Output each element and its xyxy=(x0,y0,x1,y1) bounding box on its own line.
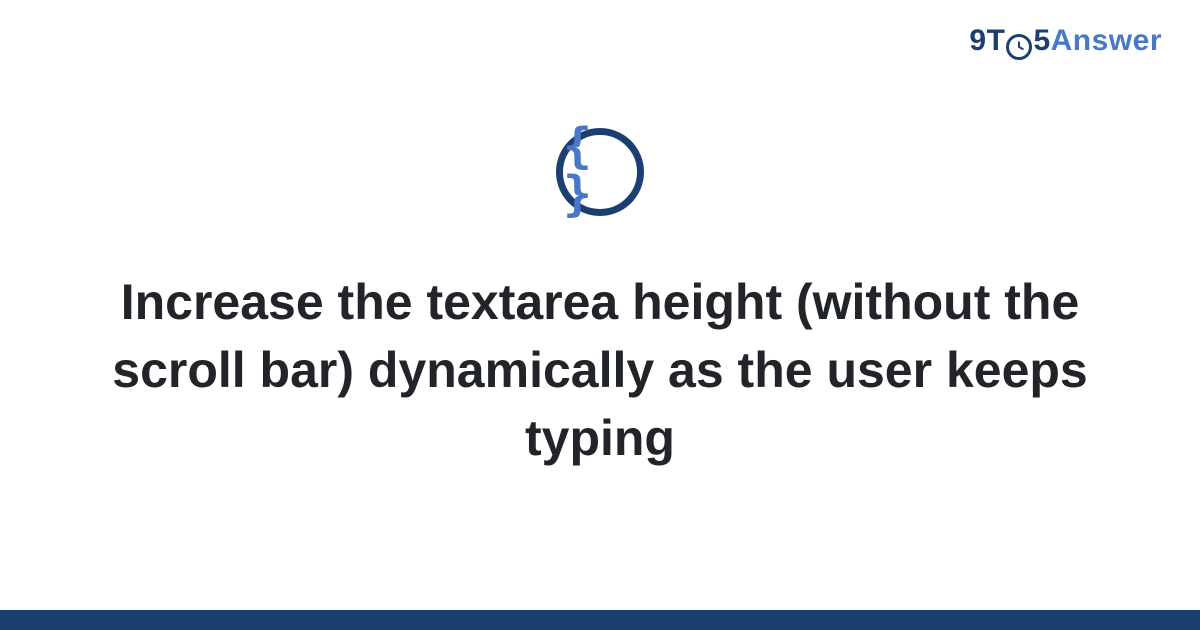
logo-part-answer: Answer xyxy=(1051,24,1162,57)
clock-icon xyxy=(1006,34,1032,60)
code-braces-icon: { } xyxy=(556,128,644,216)
site-logo: 9T5Answer xyxy=(969,24,1162,60)
braces-glyph: { } xyxy=(563,122,637,218)
logo-part-t: T xyxy=(987,24,1006,57)
logo-part-5: 5 xyxy=(1033,24,1050,57)
question-title: Increase the textarea height (without th… xyxy=(0,268,1200,472)
footer-bar xyxy=(0,610,1200,630)
logo-part-9: 9 xyxy=(969,24,986,57)
